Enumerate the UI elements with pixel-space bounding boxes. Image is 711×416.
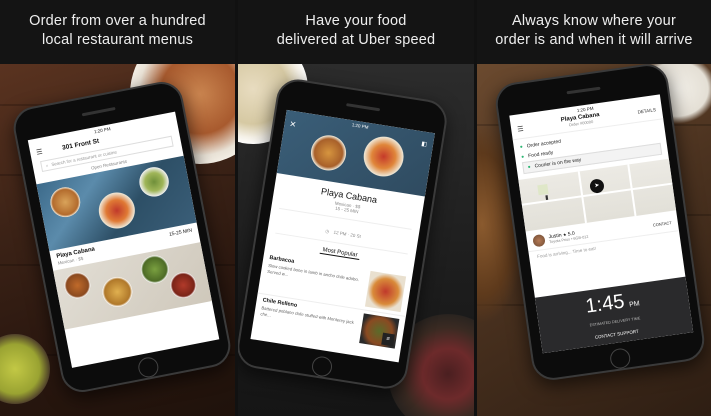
panel-tracking: Always know where your order is and when… xyxy=(477,0,711,416)
phone-screen: 1:20 PM ✕ ◧ Playa Cabana Mexican · $$ 15… xyxy=(250,109,435,363)
home-button xyxy=(608,347,632,370)
search-icon: ⌕ xyxy=(45,162,49,169)
panel-caption: Order from over a hundred local restaura… xyxy=(0,0,235,64)
caption-line-2: delivered at Uber speed xyxy=(276,32,436,48)
caption-line-1: Always know where your xyxy=(512,13,676,29)
home-button xyxy=(310,355,334,378)
panel-caption: Have your food delivered at Uber speed xyxy=(238,0,474,64)
restaurant-pin-icon: ▮ xyxy=(544,194,549,202)
section-title: Most Popular xyxy=(319,246,361,261)
status-time: 1:20 PM xyxy=(351,122,369,130)
panel-caption: Always know where your order is and when… xyxy=(477,0,711,64)
phone-screen: 1:20 PM ☰ 301 Front St ⌕ Search for a re… xyxy=(27,111,220,368)
clock-icon: ◷ xyxy=(324,228,330,234)
eta-suffix: PM xyxy=(628,300,641,309)
check-icon: ● xyxy=(519,144,524,151)
delivery-address[interactable]: 301 Front St xyxy=(61,137,99,151)
bag-icon[interactable]: ≡ xyxy=(381,332,395,347)
home-button xyxy=(136,355,161,380)
details-link[interactable]: DETAILS xyxy=(637,107,656,115)
app-store-screenshots: Order from over a hundred local restaura… xyxy=(0,0,711,416)
star-icon: ★ xyxy=(562,231,567,238)
delivery-address[interactable]: 12 PM · 20 St xyxy=(333,230,361,239)
menu-icon[interactable]: ☰ xyxy=(36,148,44,157)
menu-item-photo xyxy=(364,270,407,313)
phone-screen: 1:20 PM ☰ Playa Cabana Order #00000 DETA… xyxy=(509,94,694,354)
check-icon: ● xyxy=(520,153,525,161)
panel-menu: Have your food delivered at Uber speed 1… xyxy=(238,0,474,416)
close-icon[interactable]: ✕ xyxy=(289,119,297,129)
eta-time: 1:45 xyxy=(584,290,626,318)
courier-avatar xyxy=(532,233,546,248)
caption-line-1: Order from over a hundred xyxy=(29,13,206,29)
eta-panel: 1:45 PM ESTIMATED DELIVERY TIME CONTACT … xyxy=(534,276,694,354)
caption-line-2: order is and when it will arrive xyxy=(495,32,693,48)
cart-icon[interactable]: ◧ xyxy=(421,140,428,148)
caption-line-2: local restaurant menus xyxy=(41,32,194,48)
contact-courier-button[interactable]: CONTACT xyxy=(652,220,672,228)
caption-line-1: Have your food xyxy=(305,13,407,29)
contact-support-button[interactable]: CONTACT SUPPORT xyxy=(541,321,692,347)
check-icon: ● xyxy=(527,164,532,171)
menu-item-photo: ≡ xyxy=(359,313,400,349)
panel-browse: Order from over a hundred local restaura… xyxy=(0,0,235,416)
sauce-bowl-image xyxy=(0,334,50,404)
menu-icon[interactable]: ☰ xyxy=(517,124,524,133)
order-step-label: Courier is on the way xyxy=(534,157,582,170)
